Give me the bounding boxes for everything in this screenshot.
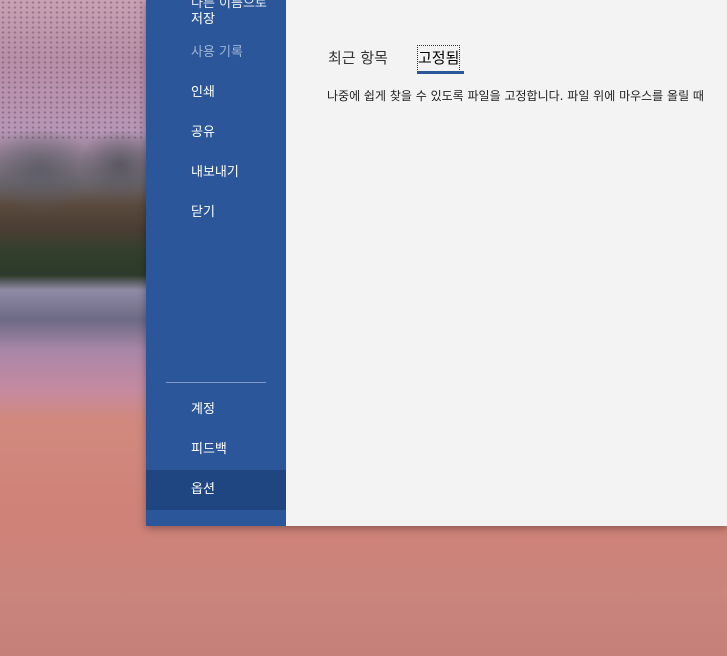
sidebar-item-feedback[interactable]: 피드백 bbox=[146, 430, 286, 470]
sidebar-divider bbox=[166, 382, 266, 383]
sidebar-item-account[interactable]: 계정 bbox=[146, 390, 286, 430]
tab-pinned[interactable]: 고정됨 bbox=[417, 45, 461, 72]
backstage-window: 다른 이름으로 저장 사용 기록 인쇄 공유 내보내기 닫기 계정 피드백 옵션… bbox=[146, 0, 727, 526]
sidebar-item-share[interactable]: 공유 bbox=[146, 113, 286, 153]
pinned-hint-text: 나중에 쉽게 찾을 수 있도록 파일을 고정합니다. 파일 위에 마우스를 올릴… bbox=[327, 89, 704, 103]
backstage-content: 최근 항목 고정됨 나중에 쉽게 찾을 수 있도록 파일을 고정합니다. 파일 … bbox=[286, 0, 727, 526]
sidebar-item-print[interactable]: 인쇄 bbox=[146, 73, 286, 113]
sidebar-item-save-as-label-line1: 다른 이름으로 bbox=[191, 0, 267, 11]
sidebar-item-history: 사용 기록 bbox=[191, 45, 243, 60]
sidebar-item-save-as[interactable]: 다른 이름으로 저장 bbox=[146, 0, 286, 27]
active-tab-indicator bbox=[417, 71, 464, 74]
sidebar-item-close[interactable]: 닫기 bbox=[146, 193, 286, 233]
sidebar-item-options[interactable]: 옵션 bbox=[146, 470, 286, 510]
sidebar-item-save-as-label-line2: 저장 bbox=[191, 12, 215, 27]
backstage-sidebar: 다른 이름으로 저장 사용 기록 인쇄 공유 내보내기 닫기 계정 피드백 옵션 bbox=[146, 0, 286, 526]
sidebar-item-export[interactable]: 내보내기 bbox=[146, 153, 286, 193]
tab-recent[interactable]: 최근 항목 bbox=[327, 45, 389, 72]
